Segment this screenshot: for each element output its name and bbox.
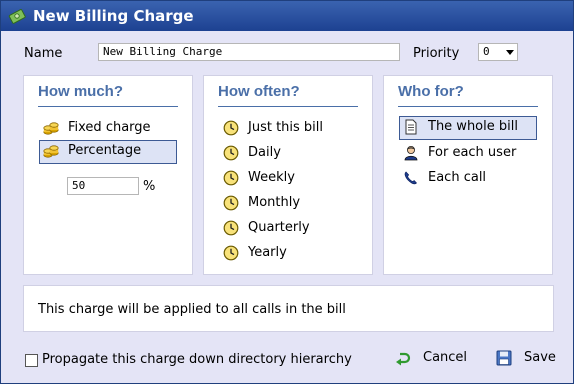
option-daily[interactable]: Daily xyxy=(219,142,357,164)
option-label: Quarterly xyxy=(248,220,310,235)
option-label: Each call xyxy=(428,170,487,185)
option-label: For each user xyxy=(428,145,517,160)
clock-icon xyxy=(223,145,239,161)
option-label: Percentage xyxy=(68,143,142,158)
option-label: The whole bill xyxy=(428,119,518,134)
option-just-this-bill[interactable]: Just this bill xyxy=(219,117,357,139)
clock-icon xyxy=(223,120,239,136)
how-much-divider xyxy=(38,106,178,107)
title-bar: New Billing Charge xyxy=(1,1,573,31)
option-quarterly[interactable]: Quarterly xyxy=(219,217,357,239)
cancel-label: Cancel xyxy=(423,350,468,365)
save-button[interactable]: Save xyxy=(496,347,562,369)
how-often-heading: How often? xyxy=(218,83,300,100)
floppy-disk-icon xyxy=(496,350,512,366)
propagate-checkbox[interactable] xyxy=(25,354,38,367)
dialog-title: New Billing Charge xyxy=(33,7,194,25)
percentage-input[interactable]: 50 xyxy=(67,177,139,195)
clock-icon xyxy=(223,220,239,236)
option-label: Just this bill xyxy=(248,120,324,135)
charge-description-box: This charge will be applied to all calls… xyxy=(23,285,554,332)
option-label: Daily xyxy=(248,145,281,160)
how-much-panel: How much? Fixed charge Percentage 50 % xyxy=(23,75,193,275)
option-each-user[interactable]: For each user xyxy=(399,142,537,164)
user-icon xyxy=(403,145,419,161)
option-percentage[interactable]: Percentage xyxy=(39,140,177,164)
coins-icon xyxy=(43,120,59,136)
document-icon xyxy=(403,119,419,135)
option-yearly[interactable]: Yearly xyxy=(219,242,357,264)
clock-icon xyxy=(223,195,239,211)
propagate-label[interactable]: Propagate this charge down directory hie… xyxy=(42,352,352,367)
option-weekly[interactable]: Weekly xyxy=(219,167,357,189)
priority-value: 0 xyxy=(483,45,490,58)
phone-icon xyxy=(403,170,419,186)
charge-description: This charge will be applied to all calls… xyxy=(38,302,346,317)
who-for-heading: Who for? xyxy=(398,83,464,100)
how-often-divider xyxy=(218,106,358,107)
undo-icon xyxy=(396,352,411,366)
money-icon xyxy=(8,9,26,24)
option-label: Weekly xyxy=(248,170,295,185)
priority-label: Priority xyxy=(413,46,460,61)
who-for-panel: Who for? The whole bill For each user Ea… xyxy=(383,75,553,275)
name-label: Name xyxy=(24,46,63,61)
option-label: Yearly xyxy=(248,245,287,260)
how-often-panel: How often? Just this bill Daily Weekly M… xyxy=(203,75,373,275)
chevron-down-icon[interactable] xyxy=(506,50,514,55)
option-each-call[interactable]: Each call xyxy=(399,167,537,189)
save-label: Save xyxy=(524,350,556,365)
option-whole-bill[interactable]: The whole bill xyxy=(399,116,537,140)
option-monthly[interactable]: Monthly xyxy=(219,192,357,214)
option-label: Monthly xyxy=(248,195,301,210)
option-label: Fixed charge xyxy=(68,120,151,135)
priority-select[interactable]: 0 xyxy=(478,43,518,61)
clock-icon xyxy=(223,170,239,186)
clock-icon xyxy=(223,245,239,261)
name-input[interactable]: New Billing Charge xyxy=(98,43,400,61)
billing-charge-dialog: New Billing Charge Name New Billing Char… xyxy=(0,0,574,384)
coins-icon xyxy=(43,143,59,159)
how-much-heading: How much? xyxy=(38,83,123,100)
percent-sign: % xyxy=(143,179,156,194)
cancel-button[interactable]: Cancel xyxy=(395,347,475,369)
who-for-divider xyxy=(398,106,538,107)
option-fixed-charge[interactable]: Fixed charge xyxy=(39,117,177,139)
